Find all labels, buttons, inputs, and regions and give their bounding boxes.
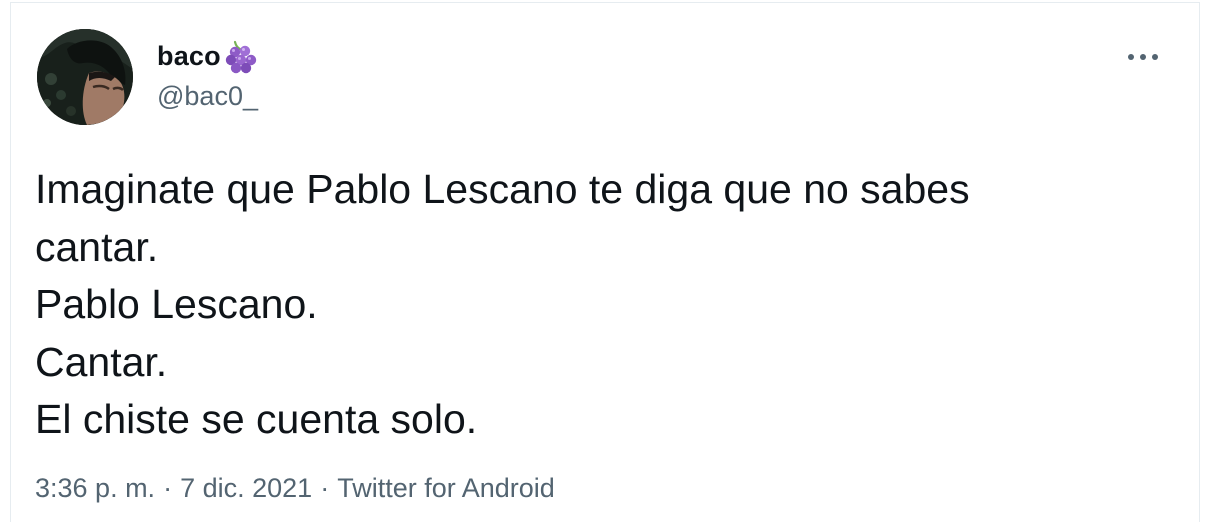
display-name[interactable]: baco xyxy=(157,41,221,72)
grapes-icon xyxy=(223,38,257,74)
tweet-time-link[interactable]: 3:36 p. m. xyxy=(35,473,155,504)
meta-separator: · xyxy=(163,473,173,503)
tweet-meta: 3:36 p. m. · 7 dic. 2021 · Twitter for A… xyxy=(35,473,555,504)
tweet-date-link[interactable]: 7 dic. 2021 xyxy=(180,473,312,504)
tweet-text-line: Pablo Lescano. xyxy=(35,281,318,327)
tweet-text-line: Imaginate que Pablo Lescano te diga que … xyxy=(35,166,970,212)
tweet-source-link[interactable]: Twitter for Android xyxy=(337,473,555,504)
display-name-row[interactable]: baco xyxy=(157,38,257,74)
avatar[interactable] xyxy=(37,29,133,125)
tweet-text-line: cantar. xyxy=(35,223,159,270)
tweet-card: baco @bac0_ Imaginate que Pablo Lescano … xyxy=(10,2,1200,522)
more-horizontal-icon xyxy=(1128,54,1158,60)
more-options-button[interactable] xyxy=(1123,47,1163,67)
tweet-text-line: El chiste se cuenta solo. xyxy=(35,396,478,442)
avatar-photo xyxy=(37,29,133,125)
tweet-text-line: Cantar. xyxy=(35,338,168,385)
meta-separator: · xyxy=(320,473,330,503)
handle[interactable]: @bac0_ xyxy=(157,81,258,112)
tweet-text: Imaginate que Pablo Lescano te diga que … xyxy=(35,161,1135,449)
